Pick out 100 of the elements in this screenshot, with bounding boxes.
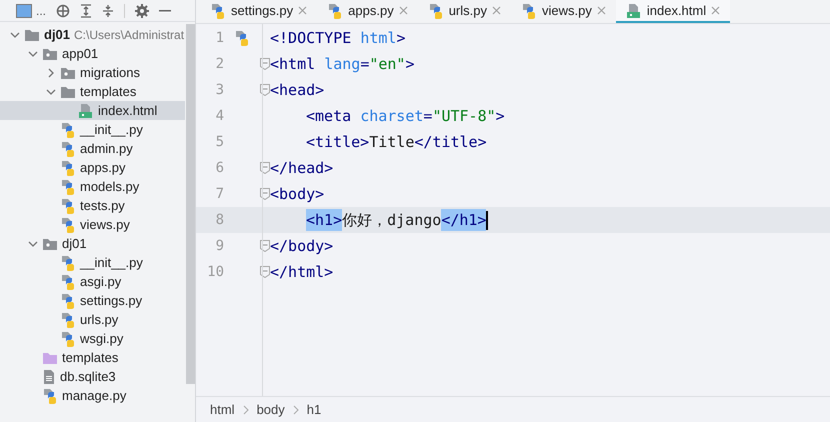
file-name: manage.py bbox=[62, 386, 126, 405]
tree-item[interactable]: wsgi.py bbox=[0, 329, 185, 348]
tree-item[interactable]: asgi.py bbox=[0, 272, 185, 291]
scrollbar-thumb[interactable] bbox=[186, 24, 195, 384]
line-number: 10 bbox=[206, 262, 224, 282]
python-file-icon bbox=[60, 254, 76, 270]
html-file-icon bbox=[78, 102, 94, 118]
package-folder-icon bbox=[60, 66, 76, 80]
code-token: > bbox=[396, 28, 406, 49]
breadcrumb[interactable]: body bbox=[256, 400, 285, 420]
python-file-icon bbox=[60, 198, 76, 214]
file-name: __init__.py bbox=[80, 254, 143, 272]
file-name: admin.py bbox=[80, 140, 133, 158]
python-file-icon bbox=[60, 330, 76, 346]
chevron-right-icon bbox=[292, 404, 299, 414]
tree-item[interactable]: models.py bbox=[0, 177, 185, 196]
matched-tag: </h1> bbox=[441, 208, 486, 232]
breadcrumb[interactable]: html bbox=[210, 400, 235, 420]
editor-tab[interactable]: urls.py bbox=[418, 0, 511, 23]
folder-icon bbox=[42, 350, 58, 364]
target-icon[interactable] bbox=[56, 4, 70, 18]
file-name: db.sqlite3 bbox=[60, 368, 116, 386]
file-name: settings.py bbox=[80, 292, 142, 310]
tree-item[interactable]: settings.py bbox=[0, 291, 185, 310]
python-file-icon bbox=[60, 140, 76, 156]
file-name: dj01 bbox=[62, 234, 87, 253]
tree-item[interactable]: views.py bbox=[0, 215, 185, 234]
text-file-icon bbox=[42, 368, 56, 384]
code-token: "en" bbox=[369, 54, 406, 75]
file-name: __init__.py bbox=[80, 120, 143, 139]
tree-item[interactable]: __init__.py bbox=[0, 253, 185, 272]
python-file-icon bbox=[60, 216, 76, 232]
python-file-icon bbox=[521, 2, 537, 18]
file-name: templates bbox=[62, 348, 118, 367]
tree-item[interactable]: __init__.py bbox=[0, 120, 185, 139]
python-file-icon bbox=[428, 2, 444, 18]
tree-item[interactable]: admin.py bbox=[0, 139, 185, 158]
file-name: index.html bbox=[98, 102, 158, 120]
html-file-icon bbox=[626, 2, 642, 18]
python-file-icon bbox=[210, 2, 226, 18]
tree-item[interactable]: manage.py bbox=[0, 386, 185, 405]
editor-tab[interactable]: index.html bbox=[616, 0, 730, 23]
python-file-icon bbox=[60, 312, 76, 328]
close-icon[interactable] bbox=[596, 6, 606, 15]
code-token: </html> bbox=[270, 262, 334, 283]
tree-item[interactable]: urls.py bbox=[0, 310, 185, 329]
tree-item[interactable]: dj01 bbox=[0, 234, 185, 253]
tree-item[interactable]: tests.py bbox=[0, 196, 185, 215]
code-token: </head> bbox=[270, 158, 334, 179]
code-token: 你好，django bbox=[342, 210, 442, 231]
settings-icon[interactable] bbox=[135, 4, 150, 18]
tree-item[interactable]: templates bbox=[0, 82, 185, 101]
matched-tag: <h1> bbox=[306, 208, 342, 232]
line-number: 9 bbox=[214, 236, 224, 256]
code-token: Title bbox=[369, 132, 414, 153]
file-name: app01 bbox=[62, 44, 98, 63]
tree-item[interactable]: app01 bbox=[0, 44, 185, 63]
editor-tab[interactable]: settings.py bbox=[200, 0, 318, 23]
file-name: tests.py bbox=[80, 196, 125, 215]
tree-item[interactable]: dj01 C:\Users\Administrat bbox=[0, 25, 185, 44]
collapse-all-icon[interactable] bbox=[102, 4, 114, 18]
tree-item[interactable]: db.sqlite3 bbox=[0, 367, 185, 386]
python-file-icon bbox=[60, 274, 76, 290]
close-icon[interactable] bbox=[298, 6, 308, 15]
line-number: 4 bbox=[214, 106, 224, 126]
breadcrumb[interactable]: h1 bbox=[306, 400, 322, 420]
package-folder-icon bbox=[42, 46, 58, 60]
chevron-down-icon[interactable] bbox=[46, 86, 56, 96]
tree-item[interactable]: templates bbox=[0, 348, 185, 367]
close-icon[interactable] bbox=[711, 6, 720, 15]
expand-all-icon[interactable] bbox=[80, 4, 92, 18]
file-name: dj01 bbox=[44, 26, 70, 44]
code-token: <meta bbox=[306, 106, 352, 127]
code-token: </title> bbox=[414, 132, 487, 153]
python-file-icon bbox=[42, 388, 58, 404]
line-number: 3 bbox=[214, 80, 224, 100]
file-name: models.py bbox=[80, 178, 140, 196]
tree-item[interactable]: apps.py bbox=[0, 158, 185, 177]
code-token: html bbox=[360, 28, 396, 49]
code-token: > bbox=[496, 106, 505, 127]
window-icon bbox=[16, 4, 32, 18]
python-file-icon bbox=[327, 2, 344, 18]
line-number: 2 bbox=[214, 54, 224, 74]
file-name: templates bbox=[80, 82, 136, 101]
code-token: charset bbox=[360, 106, 424, 127]
close-icon[interactable] bbox=[492, 6, 501, 15]
editor-tab[interactable]: views.py bbox=[511, 0, 616, 23]
close-icon[interactable] bbox=[398, 6, 408, 15]
editor-tab[interactable]: apps.py bbox=[317, 0, 418, 23]
project-view-button[interactable]: ... bbox=[16, 2, 46, 20]
folder-icon bbox=[24, 28, 40, 42]
file-name: wsgi.py bbox=[80, 330, 124, 348]
python-file-icon bbox=[60, 178, 76, 194]
chevron-down-icon[interactable] bbox=[28, 238, 38, 248]
code-token: <head> bbox=[270, 80, 324, 101]
chevron-right-icon[interactable] bbox=[46, 68, 56, 78]
tree-item[interactable]: migrations bbox=[0, 63, 185, 82]
line-number: 7 bbox=[214, 184, 224, 204]
tree-item[interactable]: index.html bbox=[0, 101, 185, 120]
file-name: views.py bbox=[80, 216, 130, 234]
